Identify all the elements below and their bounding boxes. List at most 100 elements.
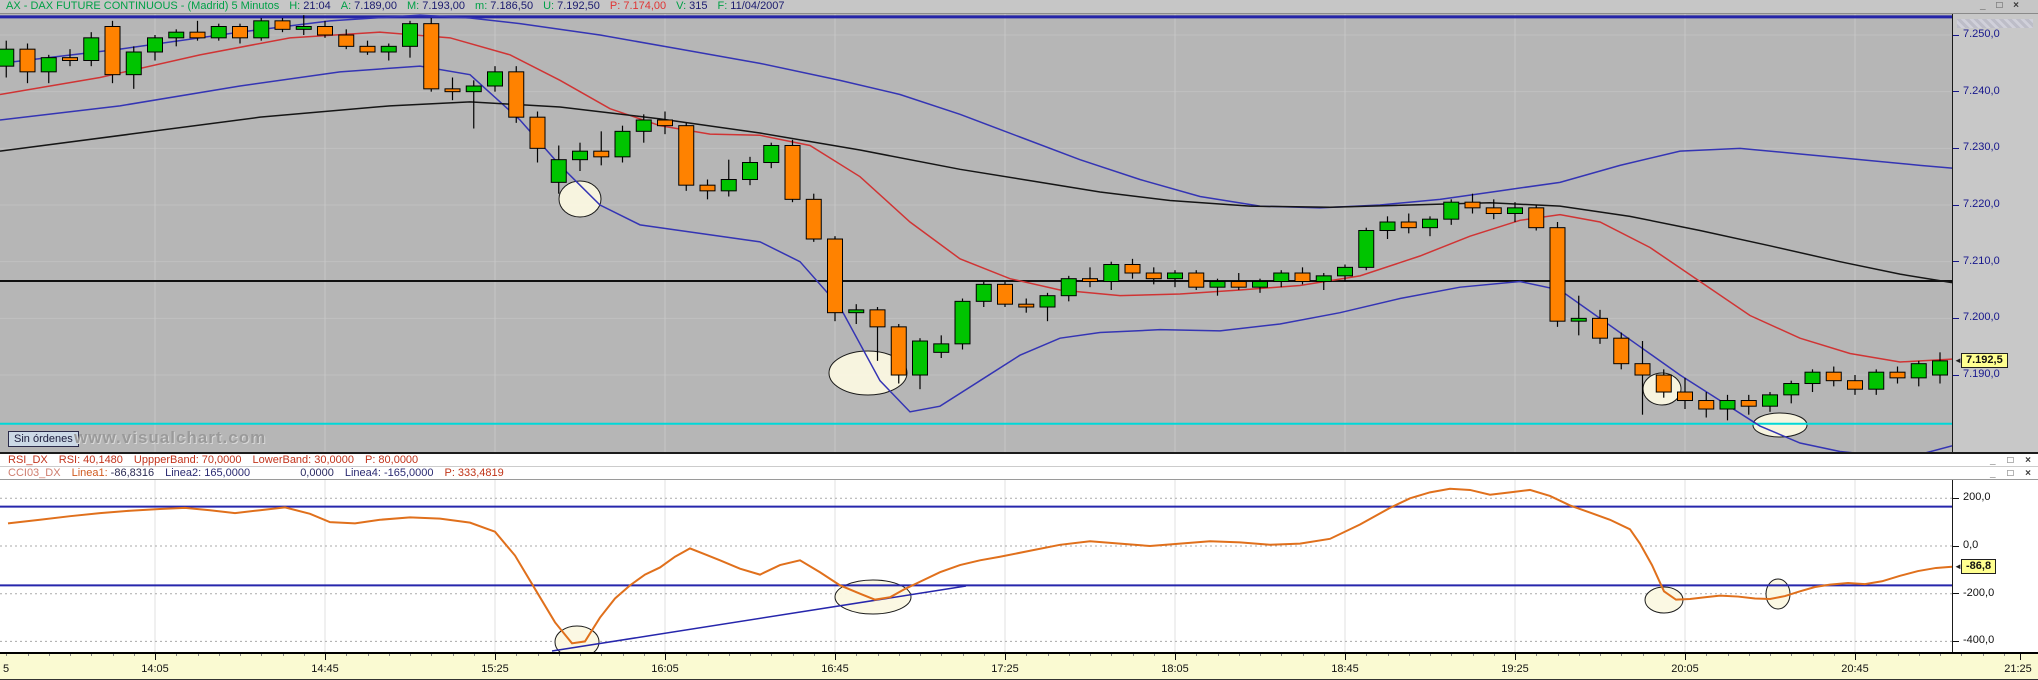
candle (1783, 383, 1800, 396)
candle (168, 31, 185, 39)
price-axis-tick (1953, 261, 1959, 263)
time-minor-tick (750, 654, 751, 656)
candle (1549, 227, 1566, 322)
time-minor-tick (1196, 654, 1198, 656)
candle (827, 238, 843, 314)
candle (1825, 371, 1842, 382)
candle (1719, 400, 1736, 410)
rsi-indicator-header[interactable]: RSI_DX RSI: 40,1480 UppperBand: 70,0000 Lower… (0, 452, 2038, 466)
time-minor-tick (1026, 654, 1028, 656)
candle (1889, 371, 1906, 379)
time-minor-tick (1748, 654, 1750, 656)
candle (614, 130, 631, 158)
field-value: 21:04 (303, 0, 331, 12)
candle (40, 57, 57, 73)
time-minor-tick (367, 654, 369, 656)
field-value: 0,0000 (300, 467, 334, 479)
candle (1337, 266, 1353, 277)
time-minor-tick (388, 654, 390, 656)
time-minor-tick (1897, 654, 1899, 656)
close-icon[interactable]: × (2025, 455, 2033, 466)
candle (0, 48, 15, 67)
cci-axis-tick (1953, 593, 1959, 595)
minimize-button[interactable]: _ (1990, 468, 1998, 479)
price-axis-tick (1953, 317, 1959, 319)
time-axis-label: 18:45 (1331, 663, 1359, 675)
time-axis-label: 20:05 (1671, 663, 1699, 675)
time-minor-tick (1961, 654, 1963, 656)
time-minor-tick (1982, 654, 1984, 656)
time-minor-tick (983, 654, 985, 656)
time-minor-tick (622, 654, 624, 656)
time-minor-tick (91, 654, 93, 656)
candle (125, 51, 142, 76)
candle (1655, 374, 1672, 393)
time-minor-tick (1430, 654, 1431, 656)
candle (890, 326, 907, 376)
candle (997, 283, 1013, 305)
candle (1443, 201, 1460, 220)
cci-indicator-header[interactable]: CCI03_DX Linea1: -86,8316 Linea2: 165,0000 Li… (0, 466, 2038, 480)
minimize-button[interactable]: _ (1990, 455, 1998, 466)
time-minor-tick (452, 654, 454, 656)
time-major-tick (835, 654, 836, 660)
field-label: F: (717, 0, 728, 12)
cci-axis-tick (1953, 640, 1959, 642)
candle (1762, 394, 1778, 407)
candle (869, 309, 886, 328)
time-axis-label: 20:45 (1841, 663, 1869, 675)
no-orders-tab[interactable]: Sin órdenes (8, 431, 79, 447)
candle (572, 150, 588, 161)
instrument-header: AX - DAX FUTURE CONTINUOUS - (Madrid) 5 … (0, 0, 2038, 14)
field-value: 30,0000 (314, 454, 354, 466)
field-label: Linea1: (71, 467, 108, 479)
field-label: LowerBand: (252, 454, 312, 466)
restore-button[interactable]: □ (2007, 468, 2015, 479)
candle (763, 145, 780, 164)
candlestick-chart-area[interactable]: Sin órdenes www.visualchart.com (0, 14, 1952, 452)
close-icon[interactable]: × (2025, 468, 2033, 479)
price-axis[interactable]: ◄ 7.192,5 7.250,0 7.240,0 7.230,0 7.220,0 7.… (1952, 14, 2038, 452)
time-minor-tick (1493, 654, 1495, 656)
time-minor-tick (1132, 654, 1134, 656)
candle (1804, 371, 1821, 385)
field-label: RSI: (58, 454, 81, 466)
restore-button[interactable]: □ (1996, 0, 2004, 11)
price-axis-label: 7.220,0 (1963, 198, 2000, 210)
cci-indicator-name: CCI03_DX (8, 467, 61, 479)
time-major-tick (2020, 654, 2021, 660)
cci-value-axis[interactable]: ◄ -86,8 200,0 0,0 -200,0 -400,0 (1952, 480, 2038, 652)
candle (912, 340, 928, 376)
candle (210, 25, 227, 39)
field-value: 40,1480 (83, 454, 123, 466)
field-value: 11/04/2007 (730, 0, 785, 12)
time-minor-tick (1408, 654, 1410, 656)
cci-chart-area[interactable] (0, 480, 1952, 652)
minimize-button[interactable]: _ (1980, 0, 1988, 11)
time-minor-tick (1940, 654, 1941, 656)
field-value: 7.189,00 (354, 0, 397, 12)
candle (19, 48, 36, 73)
close-icon[interactable]: × (2013, 0, 2021, 11)
field-label: P: (444, 467, 455, 479)
candle (784, 145, 801, 200)
candle (1677, 391, 1693, 402)
candle (1273, 272, 1290, 283)
time-minor-tick (813, 654, 815, 656)
candle (1103, 264, 1120, 283)
time-minor-tick (1621, 654, 1623, 656)
time-major-tick (1175, 654, 1176, 660)
field-label: P: (365, 454, 376, 466)
candle (1507, 207, 1523, 215)
time-axis-label: 15:25 (481, 663, 509, 675)
restore-button[interactable]: □ (2007, 455, 2015, 466)
candle (1358, 230, 1375, 268)
candle (954, 300, 971, 345)
field-value: 7.186,50 (490, 0, 534, 12)
field-label: Linea2: (165, 467, 202, 479)
time-minor-tick (1302, 654, 1304, 656)
candle (1847, 380, 1863, 390)
time-minor-tick (1600, 654, 1601, 656)
time-axis[interactable]: 5 14:05 14:45 15:25 16:05 16:45 17:25 18:05 18:4… (0, 652, 2038, 680)
time-major-tick (1345, 654, 1346, 660)
